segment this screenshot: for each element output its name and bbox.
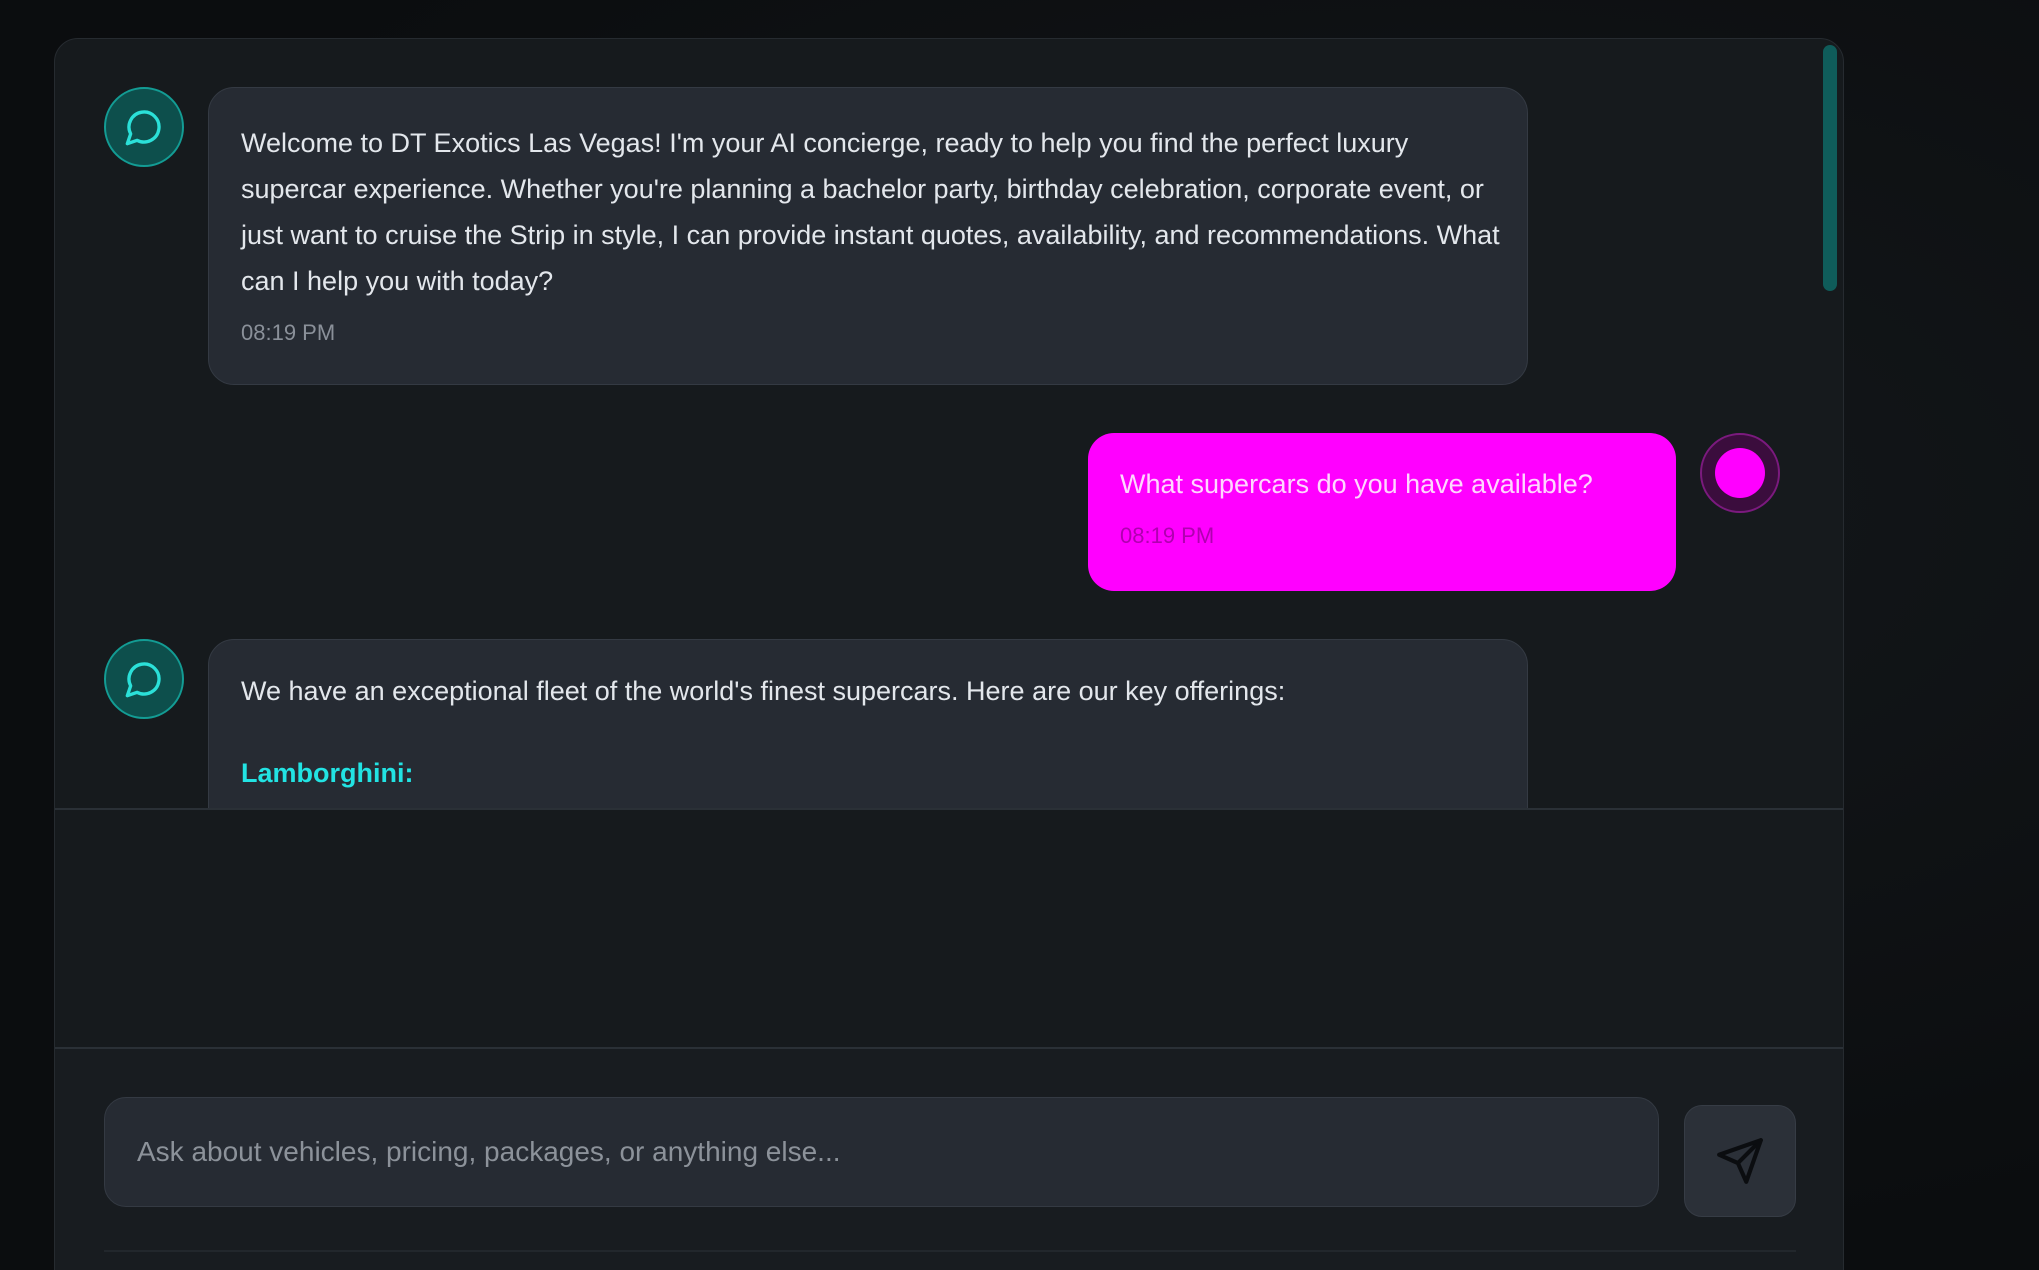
assistant-avatar xyxy=(104,87,184,167)
scrollbar-thumb[interactable] xyxy=(1823,45,1837,291)
divider xyxy=(55,808,1843,810)
send-button[interactable] xyxy=(1684,1105,1796,1217)
message-timestamp: 08:19 PM xyxy=(1120,523,1215,548)
chat-bubble-icon xyxy=(125,110,161,146)
message-text: Welcome to DT Exotics Las Vegas! I'm you… xyxy=(241,128,1500,296)
assistant-message-bubble: We have an exceptional fleet of the worl… xyxy=(208,639,1528,808)
chat-panel: Welcome to DT Exotics Las Vegas! I'm you… xyxy=(54,38,1844,1270)
message-timestamp: 08:19 PM xyxy=(241,320,336,345)
send-icon xyxy=(1717,1138,1763,1184)
page: Welcome to DT Exotics Las Vegas! I'm you… xyxy=(0,0,2039,1270)
user-avatar xyxy=(1700,433,1780,513)
message-list[interactable]: Welcome to DT Exotics Las Vegas! I'm you… xyxy=(55,39,1843,808)
message-text: What supercars do you have available? xyxy=(1120,469,1593,499)
assistant-message-bubble: Welcome to DT Exotics Las Vegas! I'm you… xyxy=(208,87,1528,385)
user-message-bubble: What supercars do you have available? 08… xyxy=(1088,433,1676,591)
chat-bubble-icon xyxy=(125,662,161,698)
message-text: We have an exceptional fleet of the worl… xyxy=(241,676,1286,706)
message-input[interactable] xyxy=(104,1097,1659,1207)
message-heading: Lamborghini: xyxy=(241,758,414,788)
assistant-avatar xyxy=(104,639,184,719)
divider xyxy=(104,1250,1796,1252)
user-dot-icon xyxy=(1715,448,1765,498)
